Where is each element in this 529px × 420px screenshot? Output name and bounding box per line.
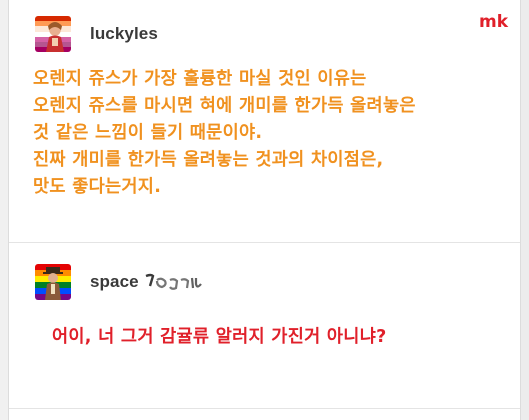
post-divider xyxy=(9,242,520,243)
post-line: 진짜 개미를 한가득 올려놓는 것과의 차이점은, xyxy=(33,150,384,170)
left-frame-border xyxy=(0,0,9,420)
avatar-image xyxy=(35,16,71,52)
reply-divider xyxy=(9,408,520,409)
post-line: 오렌지 쥬스가 가장 훌륭한 마실 것인 이유는 xyxy=(33,69,367,89)
reply-avatar[interactable] xyxy=(35,264,71,300)
post-line: 오렌지 쥬스를 마시면 혀에 개미를 한가득 올려놓은 xyxy=(33,96,416,116)
reply-body: 어이, 너 그거 감귤류 알러지 가진거 아니냐? xyxy=(52,327,387,347)
reply-avatar-image xyxy=(35,264,71,300)
post-body: 오렌지 쥬스가 가장 훌륭한 마실 것인 이유는 오렌지 쥬스를 마시면 혀에 … xyxy=(33,66,416,201)
right-frame-border xyxy=(520,0,529,420)
post-line: 것 같은 느낌이 들기 때문이야. xyxy=(33,123,263,143)
avatar[interactable] xyxy=(35,16,71,52)
post-line: 맛도 좋다는거지. xyxy=(33,177,162,197)
reply-username[interactable]: space xyxy=(90,272,139,292)
watermark: mk xyxy=(479,12,509,32)
post-username[interactable]: luckyles xyxy=(90,24,158,44)
reply-username-obscured-glyphs xyxy=(145,273,202,290)
username-obscured-overlay xyxy=(160,32,206,44)
